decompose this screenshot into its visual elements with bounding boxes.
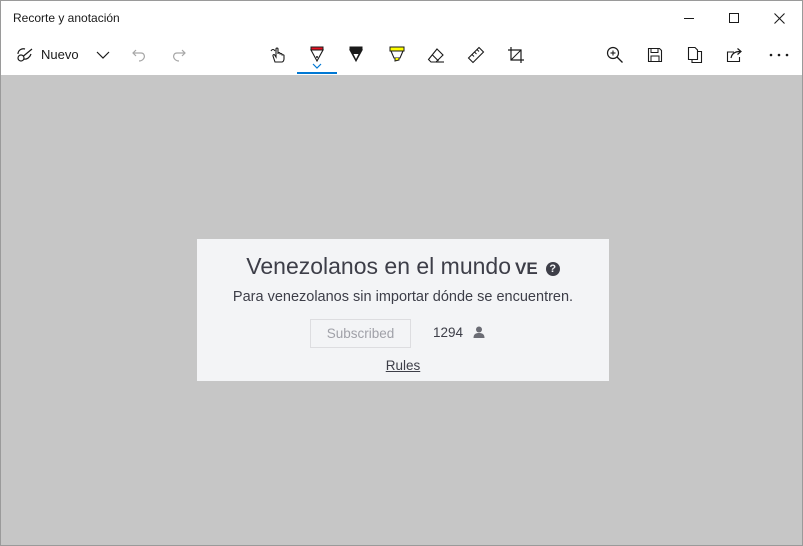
more-icon (769, 53, 789, 57)
community-title: Venezolanos en el mundo VE? (197, 253, 609, 280)
toolbar: Nuevo (1, 35, 802, 75)
redo-icon (173, 49, 186, 62)
pencil-icon (349, 46, 363, 63)
maximize-button[interactable] (711, 1, 757, 35)
touch-writing-icon (270, 47, 285, 63)
snip-icon (17, 48, 33, 62)
ruler-button[interactable] (463, 35, 489, 75)
save-button[interactable] (642, 35, 668, 75)
help-icon[interactable]: ? (545, 262, 560, 276)
minimize-icon (684, 18, 694, 19)
share-icon (726, 48, 742, 63)
rules-link[interactable]: Rules (197, 358, 609, 373)
highlighter-button[interactable] (384, 35, 410, 75)
new-snip-options-button[interactable] (91, 35, 115, 75)
touch-writing-button[interactable] (265, 35, 291, 75)
save-icon (647, 47, 663, 63)
zoom-button[interactable] (602, 35, 628, 75)
eraser-icon (427, 48, 444, 63)
ruler-icon (467, 46, 485, 64)
subscriber-count: 1294 (433, 325, 464, 340)
user-icon (473, 326, 485, 338)
copy-button[interactable] (682, 35, 708, 75)
undo-icon (132, 49, 145, 62)
more-options-button[interactable] (765, 35, 793, 75)
selected-tool-indicator (297, 72, 337, 74)
subscribed-button[interactable]: Subscribed (310, 319, 411, 348)
ballpoint-pen-button[interactable] (304, 35, 330, 75)
redo-button[interactable] (167, 35, 191, 75)
ballpoint-pen-icon (310, 46, 324, 63)
crop-icon (508, 47, 524, 63)
copy-icon (687, 46, 703, 64)
new-snip-label: Nuevo (41, 47, 79, 62)
crop-button[interactable] (503, 35, 529, 75)
snip-and-sketch-window: Recorte y anotación Nuevo Venezolanos en… (0, 0, 803, 546)
maximize-icon (729, 13, 739, 23)
highlighter-icon (389, 46, 405, 62)
share-button[interactable] (722, 35, 748, 75)
minimize-button[interactable] (666, 1, 712, 35)
flag-label: VE (515, 259, 538, 278)
close-button[interactable] (756, 1, 802, 35)
community-name: Venezolanos en el mundo (246, 253, 511, 279)
close-icon (773, 12, 785, 24)
window-title: Recorte y anotación (13, 11, 120, 25)
chevron-down-icon (96, 51, 110, 59)
zoom-icon (606, 46, 623, 63)
snip-canvas[interactable]: Venezolanos en el mundo VE? Para venezola… (1, 75, 802, 545)
eraser-button[interactable] (423, 35, 449, 75)
pencil-button[interactable] (343, 35, 369, 75)
community-card: Venezolanos en el mundo VE? Para venezola… (197, 239, 609, 381)
community-description: Para venezolanos sin importar dónde se e… (232, 289, 574, 305)
title-bar[interactable]: Recorte y anotación (1, 1, 802, 35)
pen-options-chevron-icon[interactable] (312, 63, 322, 69)
undo-button[interactable] (127, 35, 151, 75)
